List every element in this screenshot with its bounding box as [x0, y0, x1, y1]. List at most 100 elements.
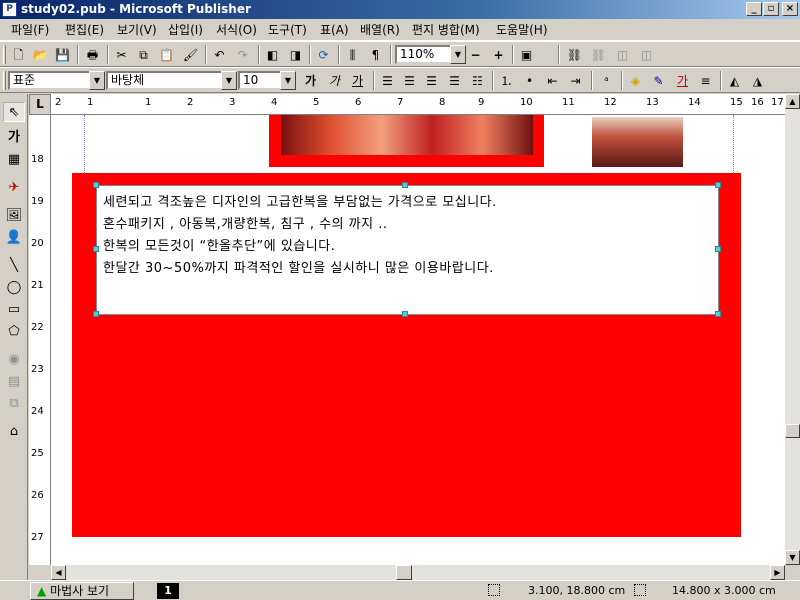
paragraph-icon[interactable]: ¶ — [365, 45, 386, 65]
table-icon[interactable]: ▦ — [3, 150, 25, 170]
justify-icon[interactable]: ☰ — [444, 71, 465, 91]
line-style-icon[interactable]: ≡ — [695, 71, 716, 91]
italic-button[interactable]: 가 — [324, 71, 345, 91]
format-painter-icon[interactable]: 🖌 — [180, 45, 201, 65]
frame-next-icon[interactable]: ◫ — [636, 45, 657, 65]
resize-handle[interactable] — [715, 182, 721, 188]
help-icon[interactable]: ▣ — [516, 45, 537, 65]
send-back-icon[interactable]: ◨ — [285, 45, 306, 65]
scroll-left-icon[interactable]: ◀ — [51, 565, 66, 580]
menu-format[interactable]: 서식(O) — [214, 22, 259, 38]
frame-icon[interactable]: ◫ — [612, 45, 633, 65]
text-line-2[interactable]: 혼수패키지 , 아동복,개량한복, 침구 , 수의 까지 .. — [103, 217, 388, 233]
wordart-icon[interactable]: ✈ — [3, 178, 25, 198]
open-icon[interactable]: 📂 — [30, 45, 51, 65]
rectangle-icon[interactable]: ▭ — [3, 300, 25, 320]
redo-icon[interactable]: ↷ — [232, 45, 253, 65]
zoom-out-icon[interactable]: − — [465, 45, 486, 65]
minimize-button[interactable]: _ — [746, 2, 762, 16]
form-control-icon[interactable]: ▤ — [3, 372, 25, 392]
vertical-ruler[interactable]: 18 19 20 21 22 23 24 25 26 27 — [29, 115, 51, 565]
font-size-up-icon[interactable]: ᵃ — [596, 71, 617, 91]
font-color-icon[interactable]: 가 — [672, 71, 693, 91]
scroll-right-icon[interactable]: ▶ — [770, 565, 785, 580]
copy-icon[interactable]: ⧉ — [133, 45, 154, 65]
chevron-down-icon[interactable]: ▼ — [221, 71, 237, 90]
resize-handle[interactable] — [93, 182, 99, 188]
resize-handle[interactable] — [715, 311, 721, 317]
toolbar-grip[interactable] — [3, 71, 6, 90]
horizontal-scrollbar[interactable]: ◀ ▶ — [51, 565, 785, 580]
text-line-1[interactable]: 세련되고 격조높은 디자인의 고급한복을 부담없는 가격으로 모십니다. — [103, 195, 497, 211]
vertical-scroll-thumb[interactable] — [785, 424, 800, 438]
text-line-4[interactable]: 한달간 30~50%까지 파격적인 할인을 실시하니 많은 이용바랍니다. — [103, 261, 494, 277]
chevron-down-icon[interactable]: ▼ — [450, 45, 466, 64]
align-center-icon[interactable]: ☰ — [399, 71, 420, 91]
menu-insert[interactable]: 삽입(I) — [166, 22, 205, 38]
undo-icon[interactable]: ↶ — [209, 45, 230, 65]
link-icon[interactable]: ⛓ — [564, 45, 585, 65]
resize-handle[interactable] — [715, 246, 721, 252]
rotate-icon[interactable]: ⟳ — [313, 45, 334, 65]
paste-icon[interactable]: 📋 — [156, 45, 177, 65]
numbering-icon[interactable]: ⒈ — [496, 71, 517, 91]
ruler-corner[interactable]: L — [29, 94, 51, 115]
scroll-up-icon[interactable]: ▲ — [785, 94, 800, 109]
menu-file[interactable]: 파일(F) — [9, 22, 51, 38]
horizontal-scroll-thumb[interactable] — [396, 565, 412, 580]
menu-mail-merge[interactable]: 편지 병합(M) — [410, 22, 482, 38]
publication-canvas[interactable]: 세련되고 격조높은 디자인의 고급한복을 부담없는 가격으로 모십니다. 혼수패… — [51, 115, 785, 565]
align-right-icon[interactable]: ☰ — [421, 71, 442, 91]
text-tool[interactable]: 가 — [3, 128, 25, 148]
line-icon[interactable]: ╲ — [3, 256, 25, 276]
zoom-select[interactable]: 110% — [395, 45, 453, 64]
rotate-left-icon[interactable]: ◭ — [724, 71, 745, 91]
bring-front-icon[interactable]: ◧ — [262, 45, 283, 65]
close-button[interactable]: × — [782, 2, 798, 16]
print-icon[interactable]: 🖶 — [82, 45, 103, 65]
zoom-in-icon[interactable]: + — [488, 45, 509, 65]
toolbar-grip[interactable] — [3, 45, 6, 64]
design-gallery-icon[interactable]: ⌂ — [3, 422, 25, 442]
line-color-icon[interactable]: ✎ — [648, 71, 669, 91]
shapes-icon[interactable]: ⬠ — [3, 322, 25, 342]
menu-view[interactable]: 보기(V) — [115, 22, 159, 38]
resize-handle[interactable] — [402, 311, 408, 317]
columns-icon[interactable]: ⫼ — [342, 45, 363, 65]
resize-handle[interactable] — [93, 311, 99, 317]
rotate-right-icon[interactable]: ◮ — [747, 71, 768, 91]
oval-icon[interactable]: ◯ — [3, 278, 25, 298]
vertical-scrollbar[interactable]: ▲ ▼ — [785, 94, 800, 565]
menu-table[interactable]: 표(A) — [318, 22, 351, 38]
cut-icon[interactable]: ✂ — [111, 45, 132, 65]
text-line-3[interactable]: 한복의 모든것이 “한올추단”에 있습니다. — [103, 239, 335, 255]
hotspot-icon[interactable]: ◉ — [3, 350, 25, 370]
html-fragment-icon[interactable]: ⧉ — [3, 394, 25, 414]
resize-handle[interactable] — [93, 246, 99, 252]
hanbok-photo[interactable] — [281, 115, 533, 155]
menu-tools[interactable]: 도구(T) — [266, 22, 309, 38]
restore-button[interactable]: ▫ — [763, 2, 779, 16]
save-icon[interactable]: 💾 — [52, 45, 73, 65]
style-select[interactable]: 표준 — [8, 71, 100, 90]
show-wizard-button[interactable]: ▲ 마법사 보기 — [30, 582, 134, 600]
chevron-down-icon[interactable]: ▼ — [280, 71, 296, 90]
increase-indent-icon[interactable]: ⇥ — [565, 71, 586, 91]
hanbok-photo-small[interactable] — [590, 115, 685, 169]
horizontal-ruler[interactable]: 2 1 1 2 3 4 5 6 7 8 9 10 11 12 13 14 15 … — [51, 94, 785, 115]
menu-edit[interactable]: 편집(E) — [63, 22, 106, 38]
underline-button[interactable]: 가 — [347, 71, 368, 91]
publisher-icon[interactable]: P — [2, 2, 17, 17]
pointer-icon[interactable]: ⇖ — [3, 102, 25, 122]
align-left-icon[interactable]: ☰ — [377, 71, 398, 91]
page-navigator[interactable]: 1 — [157, 583, 179, 599]
menu-arrange[interactable]: 배열(R) — [358, 22, 402, 38]
font-select[interactable]: 바탕체 — [106, 71, 236, 90]
menu-help[interactable]: 도움말(H) — [494, 22, 550, 38]
chevron-down-icon[interactable]: ▼ — [89, 71, 105, 90]
picture-icon[interactable]: 🖼 — [3, 206, 25, 226]
new-icon[interactable]: 🗋 — [8, 45, 29, 65]
bold-button[interactable]: 가 — [300, 71, 321, 91]
distribute-icon[interactable]: ☷ — [467, 71, 488, 91]
unlink-icon[interactable]: ⛓ — [588, 45, 609, 65]
